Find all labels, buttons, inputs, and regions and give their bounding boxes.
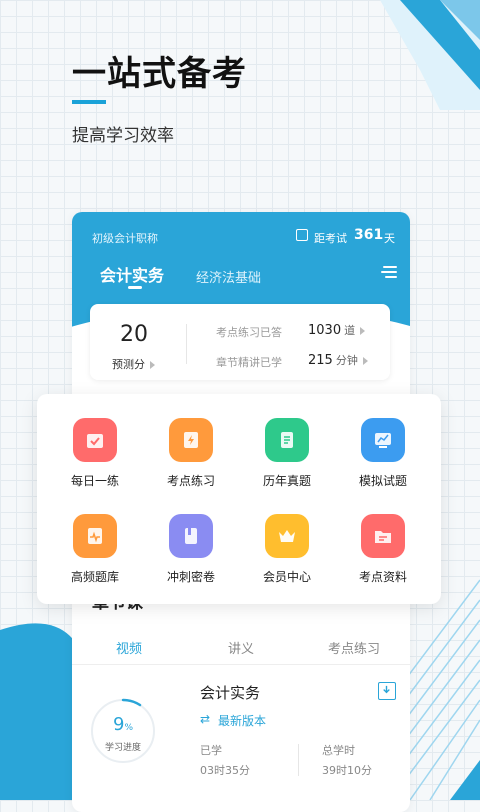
feature-study-materials[interactable]: 考点资料 xyxy=(335,514,431,585)
swap-icon: ⇄ xyxy=(200,712,211,726)
stats-card: 20 预测分 考点练习已答 1030 道 章节精讲已学 215 分钟 xyxy=(90,304,390,380)
predicted-score-link[interactable]: 预测分 xyxy=(112,356,155,372)
menu-icon[interactable] xyxy=(381,266,397,278)
feature-label: 历年真题 xyxy=(262,474,311,488)
total-label: 总学时 xyxy=(322,744,355,757)
feature-topic-practice[interactable]: 考点练习 xyxy=(143,418,239,489)
exam-countdown-unit: 天 xyxy=(384,232,395,245)
feature-label: 模拟试题 xyxy=(358,474,407,488)
stat-answered[interactable]: 1030 道 xyxy=(308,322,366,338)
feature-member-center[interactable]: 会员中心 xyxy=(239,514,335,585)
section-tabs: 视频 讲义 考点练习 xyxy=(72,632,410,662)
feature-mock-exams[interactable]: 模拟试题 xyxy=(335,418,431,489)
learned-value: 03时35分 xyxy=(200,764,250,777)
progress-value: 9% xyxy=(88,714,158,735)
calendar-icon xyxy=(296,229,308,241)
hero-subtitle: 提高学习效率 xyxy=(72,126,174,146)
tab-practice[interactable]: 考点练习 xyxy=(328,638,380,657)
pulse-doc-icon xyxy=(73,514,117,558)
feature-frequent-questions[interactable]: 高频题库 xyxy=(47,514,143,585)
stat-label-answered: 考点练习已答 xyxy=(216,326,282,339)
exam-countdown-days: 361 xyxy=(354,227,384,243)
stat-label-studied: 章节精讲已学 xyxy=(216,356,282,369)
feature-label: 会员中心 xyxy=(262,570,311,584)
feature-past-exams[interactable]: 历年真题 xyxy=(239,418,335,489)
version-switch[interactable]: 最新版本 xyxy=(218,712,266,729)
stat-studied-unit: 分钟 xyxy=(335,354,358,367)
divider xyxy=(72,664,410,665)
hero-underline xyxy=(72,100,106,104)
chevron-right-icon xyxy=(362,356,368,365)
crown-icon xyxy=(265,514,309,558)
tab-video[interactable]: 视频 xyxy=(116,638,142,657)
predicted-score-label: 预测分 xyxy=(112,358,145,371)
feature-daily-practice[interactable]: 每日一练 xyxy=(47,418,143,489)
feature-label: 冲刺密卷 xyxy=(166,570,215,584)
predicted-score: 20 xyxy=(120,322,148,347)
feature-sprint-papers[interactable]: 冲刺密卷 xyxy=(143,514,239,585)
course-title: 会计实务 xyxy=(200,684,261,702)
feature-label: 考点资料 xyxy=(358,570,407,584)
progress-unit: % xyxy=(124,723,133,733)
course-card[interactable]: 9% 学习进度 会计实务 ⇄ 最新版本 已学 03时35分 总学时 39时10分 xyxy=(72,666,410,812)
divider xyxy=(298,744,299,776)
feature-grid: 每日一练 考点练习 历年真题 模拟试题 高频题库 冲刺密卷 会员中心 考点资料 xyxy=(37,394,441,604)
corner-decoration-left xyxy=(0,623,80,800)
stat-studied-value: 215 xyxy=(308,353,333,368)
learned-label: 已学 xyxy=(200,744,222,757)
feature-label: 考点练习 xyxy=(166,474,215,488)
exam-countdown-label: 距考试 xyxy=(314,232,347,245)
document-icon xyxy=(265,418,309,462)
tab-handout[interactable]: 讲义 xyxy=(228,638,254,657)
book-icon xyxy=(169,514,213,558)
download-icon[interactable] xyxy=(378,682,396,700)
corner-decoration xyxy=(380,0,480,110)
divider xyxy=(186,324,187,364)
progress-label: 学习进度 xyxy=(104,743,141,753)
lightning-icon xyxy=(169,418,213,462)
active-tab-indicator xyxy=(128,286,142,289)
stat-studied[interactable]: 215 分钟 xyxy=(308,352,368,368)
stat-answered-unit: 道 xyxy=(344,324,356,337)
tab-economic-law[interactable]: 经济法基础 xyxy=(196,267,261,286)
feature-label: 每日一练 xyxy=(70,474,119,488)
feature-label: 高频题库 xyxy=(70,570,119,584)
folder-icon xyxy=(361,514,405,558)
chevron-right-icon xyxy=(150,361,155,369)
chevron-right-icon xyxy=(360,326,366,335)
progress-percent: 9 xyxy=(112,714,125,735)
stat-answered-value: 1030 xyxy=(308,323,342,338)
calendar-check-icon xyxy=(73,418,117,462)
tab-accounting-practice[interactable]: 会计实务 xyxy=(100,262,164,286)
monitor-chart-icon xyxy=(361,418,405,462)
hero-title: 一站式备考 xyxy=(72,54,247,94)
total-value: 39时10分 xyxy=(322,764,372,777)
category-selector[interactable]: 初级会计职称 xyxy=(92,230,158,246)
